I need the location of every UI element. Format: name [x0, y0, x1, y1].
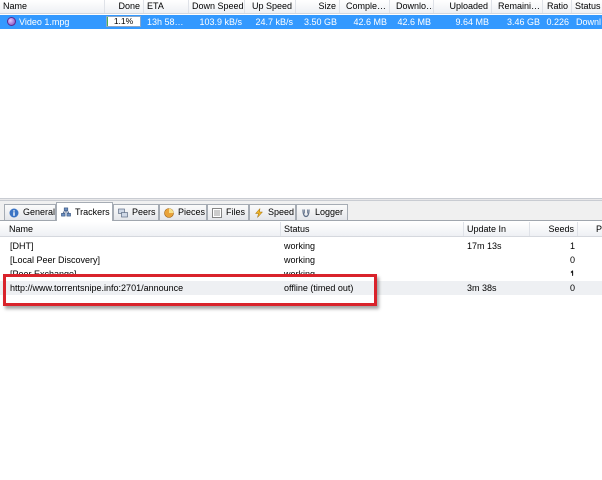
- tracker-row-torrentsnipe[interactable]: http://www.torrentsnipe.info:2701/announ…: [0, 281, 602, 295]
- tab-pieces-label: Pieces: [178, 207, 206, 217]
- tracker-column-seeds[interactable]: Seeds: [530, 222, 578, 236]
- torrent-eta: 13h 58…: [147, 17, 184, 27]
- column-header-uploaded[interactable]: Uploaded: [434, 0, 492, 13]
- tracker-seeds-peer-exchange: 1: [569, 270, 575, 275]
- tab-trackers-label: Trackers: [75, 207, 110, 217]
- torrent-size: 3.50 GB: [303, 17, 337, 27]
- tracker-column-status[interactable]: Status: [281, 222, 464, 236]
- tracker-name: [DHT]: [10, 241, 34, 251]
- tab-peers[interactable]: Peers: [113, 204, 159, 220]
- column-header-remaining[interactable]: Remaini…: [492, 0, 543, 13]
- tracker-seeds: 0: [569, 283, 575, 293]
- tracker-name: [Peer Exchange]: [10, 269, 77, 276]
- tab-logger[interactable]: Logger: [296, 204, 348, 220]
- speed-icon: [254, 208, 264, 218]
- column-header-done[interactable]: Done: [105, 0, 144, 13]
- tracker-column-name[interactable]: Name: [0, 222, 281, 236]
- tracker-seeds: 0: [569, 255, 575, 265]
- torrent-status: Downl: [576, 17, 602, 27]
- torrent-remaining: 3.46 GB: [506, 17, 540, 27]
- tracker-status: working: [284, 255, 316, 265]
- torrent-up-speed: 24.7 kB/s: [255, 17, 293, 27]
- detail-tabs: General Trackers Peers Pieces Files Spee…: [0, 201, 602, 221]
- done-progress-bar: 1.1%: [106, 16, 141, 27]
- video-file-icon: [7, 17, 16, 26]
- tab-general-label: General: [23, 207, 56, 217]
- torrent-completed: 42.6 MB: [353, 17, 387, 27]
- tab-peers-label: Peers: [132, 207, 156, 217]
- torrent-name: Video 1.mpg: [19, 17, 70, 27]
- info-icon: [9, 208, 19, 218]
- tab-logger-label: Logger: [315, 207, 344, 217]
- tracker-row-peer-exchange-seeds-visible: 1: [530, 268, 590, 275]
- torrent-down-speed: 103.9 kB/s: [199, 17, 242, 27]
- pieces-icon: [164, 208, 174, 218]
- torrent-ratio: 0.226: [546, 17, 569, 27]
- peers-icon: [118, 208, 128, 218]
- files-icon: [212, 208, 222, 218]
- tab-speed-label: Speed: [268, 207, 295, 217]
- column-header-ratio[interactable]: Ratio: [543, 0, 572, 13]
- tracker-row-dht[interactable]: [DHT] working 17m 13s 1: [0, 239, 602, 253]
- torrent-list-header: Name Done ETA Down Speed Up Speed Size C…: [0, 0, 602, 14]
- tab-files-label: Files: [226, 207, 246, 217]
- tracker-row-local-peer-discovery[interactable]: [Local Peer Discovery] working 0: [0, 253, 602, 267]
- torrent-row[interactable]: Video 1.mpg 1.1% 13h 58… 103.9 kB/s 24.7…: [0, 15, 602, 29]
- column-header-down-speed[interactable]: Down Speed: [189, 0, 245, 13]
- column-header-eta[interactable]: ETA: [144, 0, 189, 13]
- torrent-downloaded: 42.6 MB: [397, 17, 431, 27]
- tracker-status: offline (timed out): [284, 283, 354, 293]
- tracker-seeds: 1: [569, 241, 575, 251]
- column-header-up-speed[interactable]: Up Speed: [245, 0, 296, 13]
- tab-pieces[interactable]: Pieces: [159, 204, 207, 220]
- tab-files[interactable]: Files: [207, 204, 249, 220]
- trackers-list-header: Name Status Update In Seeds P: [0, 222, 602, 237]
- tab-speed[interactable]: Speed: [249, 204, 296, 220]
- tracker-status: working: [284, 269, 316, 276]
- tracker-status: working: [284, 241, 316, 251]
- column-header-downloaded[interactable]: Downlo…: [390, 0, 434, 13]
- tab-general[interactable]: General: [4, 204, 56, 220]
- tracker-column-peers[interactable]: P: [578, 222, 602, 236]
- column-header-completed[interactable]: Comple…: [340, 0, 390, 13]
- tracker-name: [Local Peer Discovery]: [10, 255, 101, 265]
- trackers-icon: [61, 207, 71, 217]
- done-progress-text: 1.1%: [113, 16, 134, 26]
- logger-icon: [301, 208, 311, 218]
- tracker-row-peer-exchange[interactable]: [Peer Exchange] working 1: [0, 267, 602, 276]
- tracker-update-in: 17m 13s: [467, 241, 502, 251]
- torrent-uploaded: 9.64 MB: [455, 17, 489, 27]
- tracker-name: http://www.torrentsnipe.info:2701/announ…: [10, 283, 184, 293]
- tab-trackers[interactable]: Trackers: [56, 202, 113, 221]
- column-header-name[interactable]: Name: [0, 0, 105, 13]
- tracker-column-update-in[interactable]: Update In: [464, 222, 530, 236]
- column-header-size[interactable]: Size: [296, 0, 340, 13]
- column-header-status[interactable]: Status: [572, 0, 602, 13]
- tracker-update-in: 3m 38s: [467, 283, 497, 293]
